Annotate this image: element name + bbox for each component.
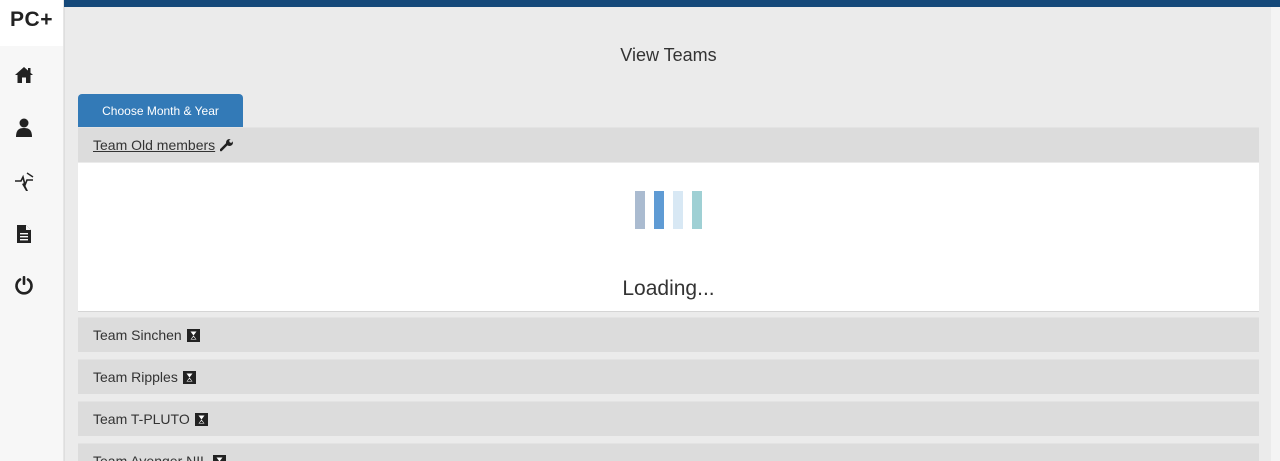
team-name: Team Avenger NIL	[93, 453, 208, 461]
loading-bar	[635, 191, 645, 229]
main-panel: View Teams Choose Month & Year Team Old …	[64, 7, 1273, 461]
loading-bar	[654, 191, 664, 229]
team-name: Team Sinchen	[93, 327, 182, 343]
team-name: Team T-PLUTO	[93, 411, 190, 427]
team-name: Team Ripples	[93, 369, 178, 385]
home-icon[interactable]	[0, 57, 48, 93]
brand-logo[interactable]: PC+	[0, 0, 63, 46]
app-window: PC+ View Teams Choose Month & Year Team …	[0, 0, 1280, 461]
hourglass-icon[interactable]	[186, 328, 200, 342]
wrench-icon[interactable]	[220, 138, 234, 152]
sidebar: PC+	[0, 0, 64, 461]
loading-bar	[692, 191, 702, 229]
loading-text: Loading...	[622, 277, 715, 300]
page-title: View Teams	[620, 45, 717, 65]
team-row[interactable]: Team T-PLUTO	[78, 401, 1259, 436]
scrollbar-track[interactable]	[1271, 7, 1280, 461]
top-accent-bar	[64, 0, 1280, 7]
user-icon[interactable]	[0, 110, 48, 146]
hourglass-icon[interactable]	[194, 412, 208, 426]
loading-panel: Loading...	[78, 163, 1259, 312]
team-row[interactable]: Team Ripples	[78, 359, 1259, 394]
team-row[interactable]: Team Avenger NIL	[78, 443, 1259, 461]
team-row[interactable]: Team Old members	[78, 127, 1259, 162]
team-row[interactable]: Team Sinchen	[78, 317, 1259, 352]
activity-icon[interactable]	[0, 164, 48, 200]
loading-bar	[673, 191, 683, 229]
team-name-link[interactable]: Team Old members	[93, 137, 215, 153]
choose-month-year-button[interactable]: Choose Month & Year	[78, 94, 243, 127]
loading-spinner	[635, 191, 715, 229]
hourglass-icon[interactable]	[212, 454, 226, 461]
document-icon[interactable]	[0, 216, 48, 252]
power-icon[interactable]	[0, 267, 48, 303]
hourglass-icon[interactable]	[182, 370, 196, 384]
